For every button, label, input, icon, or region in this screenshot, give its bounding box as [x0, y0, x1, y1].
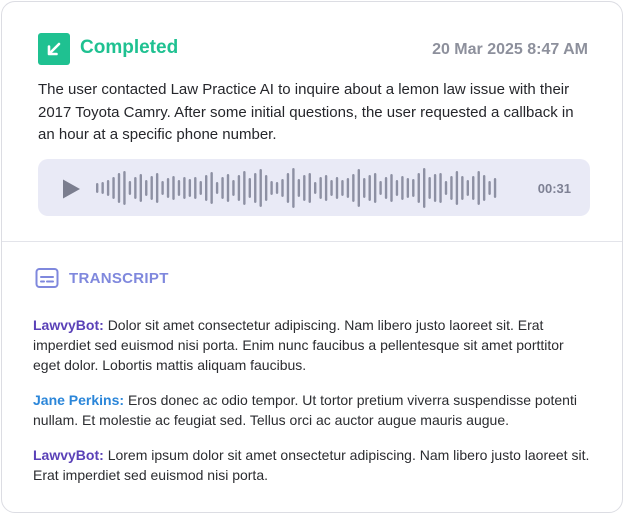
arrow-down-left-icon — [38, 33, 70, 65]
transcript-list: LawvyBot: Dolor sit amet consectetur adi… — [33, 315, 593, 500]
play-button[interactable] — [60, 178, 82, 200]
transcript-title: TRANSCRIPT — [69, 270, 169, 287]
message-text: Lorem ipsum dolor sit amet onsectetur ad… — [33, 447, 590, 483]
message-speaker: LawvyBot: — [33, 317, 104, 333]
message-speaker: Jane Perkins: — [33, 392, 125, 408]
call-timestamp: 20 Mar 2025 8:47 AM — [432, 41, 588, 58]
subtitles-icon — [35, 267, 59, 289]
status-label: Completed — [80, 37, 179, 58]
audio-duration: 00:31 — [537, 181, 571, 196]
waveform-icon[interactable] — [96, 167, 502, 209]
transcript-message: LawvyBot: Dolor sit amet consectetur adi… — [33, 315, 593, 375]
message-speaker: LawvyBot: — [33, 447, 104, 463]
call-summary-text: The user contacted Law Practice AI to in… — [38, 81, 574, 143]
message-text: Dolor sit amet consectetur adipiscing. N… — [33, 317, 564, 373]
transcript-message: LawvyBot: Lorem ipsum dolor sit amet ons… — [33, 445, 593, 485]
call-summary-section: Completed 20 Mar 2025 8:47 AM The user c… — [2, 2, 622, 241]
call-card: Completed 20 Mar 2025 8:47 AM The user c… — [1, 1, 623, 513]
section-divider — [2, 241, 622, 242]
audio-player: 00:31 — [38, 159, 590, 216]
play-icon — [63, 179, 80, 199]
transcript-message: Jane Perkins: Eros donec ac odio tempor.… — [33, 390, 593, 430]
